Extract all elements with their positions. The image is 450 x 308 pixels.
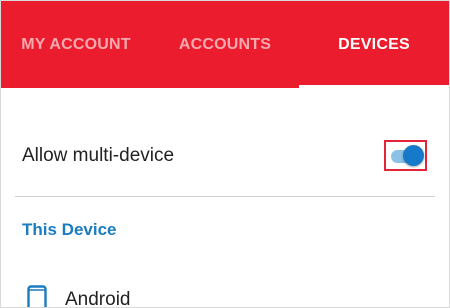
allow-multi-device-toggle[interactable] [384,140,427,171]
smartphone-icon [27,285,47,307]
allow-multi-device-label: Allow multi-device [22,145,175,166]
device-list-item[interactable]: Android [1,283,449,308]
tab-bar: MY ACCOUNT ACCOUNTS DEVICES [1,1,449,88]
toggle-thumb[interactable] [403,145,424,166]
allow-multi-device-row: Allow multi-device [1,88,449,196]
this-device-heading: This Device [22,220,117,239]
tab-accounts-label: ACCOUNTS [178,35,272,53]
device-name: Android [65,289,131,308]
tab-devices[interactable]: DEVICES [299,1,449,88]
section-divider [15,196,435,197]
tab-devices-label: DEVICES [338,35,410,53]
tab-my-account-label: MY ACCOUNT [21,35,131,53]
tab-accounts[interactable]: ACCOUNTS [151,1,299,88]
app-window: MY ACCOUNT ACCOUNTS DEVICES Allow multi-… [0,0,450,308]
tab-my-account[interactable]: MY ACCOUNT [1,1,151,88]
